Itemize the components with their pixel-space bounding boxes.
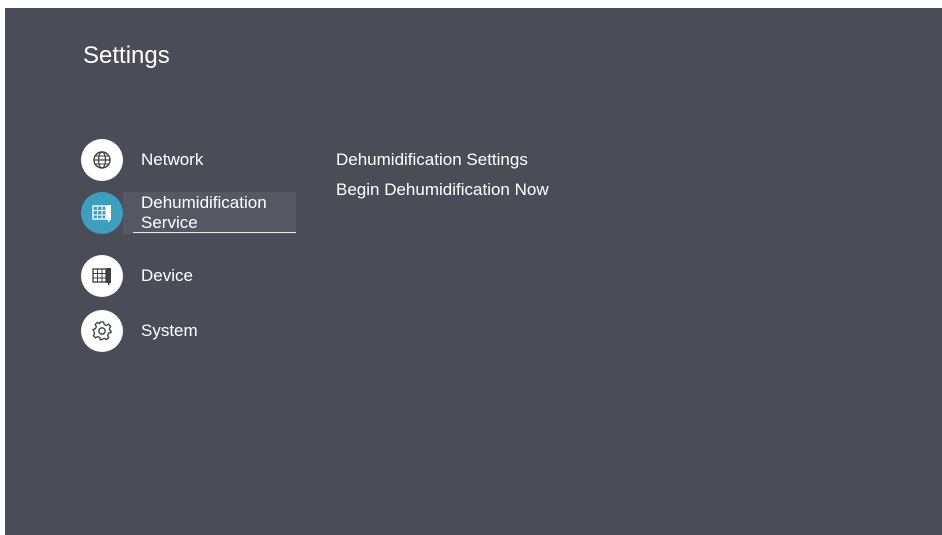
menu-item-network[interactable]: Network: [81, 139, 296, 181]
menu-item-system[interactable]: System: [81, 310, 296, 352]
selection-underline: [133, 232, 296, 233]
menu-item-label: Device: [141, 266, 193, 285]
menu-item-label: Dehumidification Service: [141, 193, 267, 232]
menu-item-dehumidification-service[interactable]: Dehumidification Service: [81, 192, 296, 234]
display-device-icon: [81, 255, 123, 297]
menu-item-label: Network: [141, 150, 204, 169]
detail-panel: Dehumidification Settings Begin Dehumidi…: [336, 145, 549, 205]
menu-item-device[interactable]: Device: [81, 255, 296, 297]
globe-icon: [81, 139, 123, 181]
page-title: Settings: [83, 42, 170, 69]
begin-dehumidification-now-option[interactable]: Begin Dehumidification Now: [336, 175, 549, 205]
dehumidifier-icon: [81, 192, 123, 234]
settings-screen: Settings Network Dehumidification Servic…: [5, 8, 942, 535]
dehumidification-settings-option[interactable]: Dehumidification Settings: [336, 145, 549, 175]
menu-item-label: System: [141, 321, 198, 340]
gear-icon: [81, 310, 123, 352]
